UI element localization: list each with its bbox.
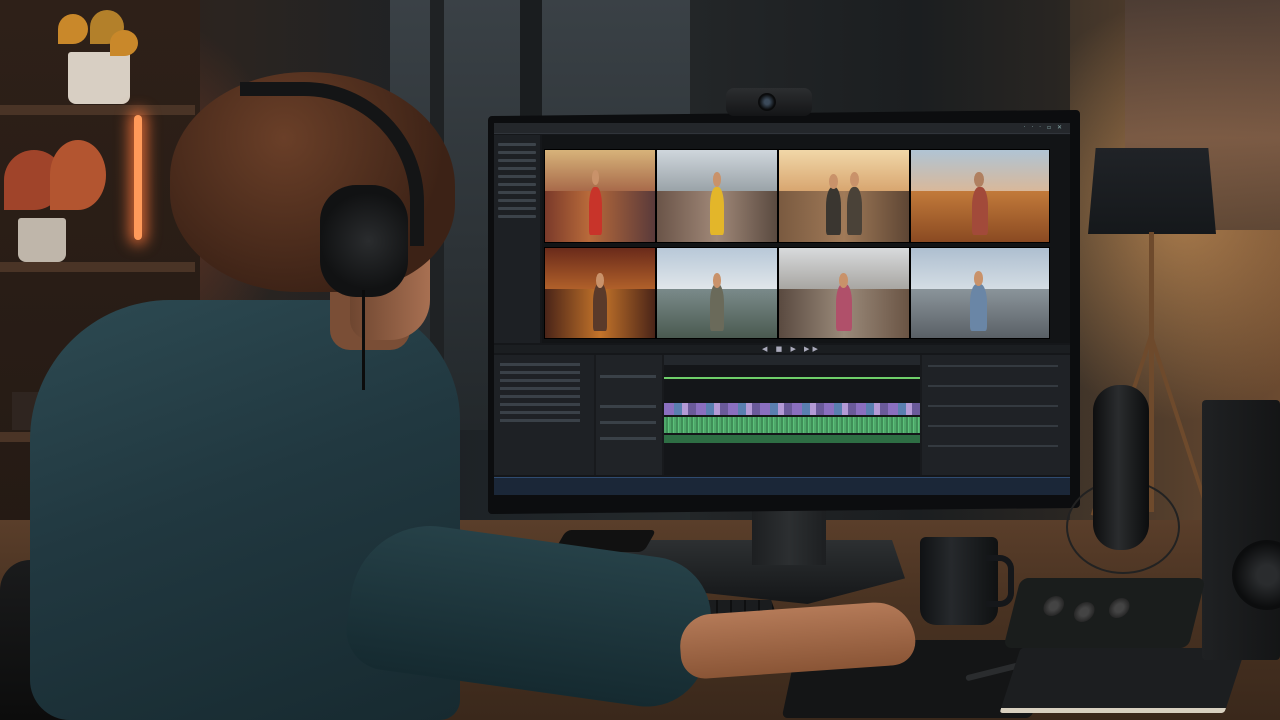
media-item bbox=[498, 167, 536, 170]
microphone bbox=[1093, 385, 1149, 550]
plant-pot bbox=[18, 218, 66, 262]
transport-controls: ◀ ■ ▶ ▶▶ bbox=[494, 345, 1070, 353]
bin-item[interactable] bbox=[500, 419, 580, 422]
inspector-row bbox=[928, 445, 1058, 447]
bin-item[interactable] bbox=[500, 363, 580, 366]
track-headers bbox=[596, 355, 662, 475]
clip-thumbnail[interactable] bbox=[778, 247, 910, 339]
plant-pot bbox=[68, 52, 130, 104]
audio-track-waveform[interactable] bbox=[664, 417, 920, 433]
media-item bbox=[498, 215, 536, 218]
clip-thumbnail[interactable] bbox=[778, 149, 910, 243]
headphones-icon bbox=[320, 185, 408, 297]
audio-interface bbox=[1003, 578, 1206, 648]
inspector-row bbox=[928, 385, 1058, 387]
neon-light bbox=[134, 115, 142, 240]
clip-thumbnail[interactable] bbox=[656, 247, 778, 339]
track-header-row[interactable] bbox=[600, 421, 656, 424]
media-item bbox=[498, 183, 536, 186]
clip-thumbnail[interactable] bbox=[544, 149, 656, 243]
media-item bbox=[498, 159, 536, 162]
status-bar bbox=[494, 477, 1070, 495]
floor-lamp-shade bbox=[1088, 148, 1216, 234]
audio-knob bbox=[1041, 596, 1067, 616]
bin-item[interactable] bbox=[500, 379, 580, 382]
inspector-row bbox=[928, 425, 1058, 427]
video-track-clips[interactable] bbox=[664, 403, 920, 415]
track-header-row[interactable] bbox=[600, 437, 656, 440]
clip-thumbnail[interactable] bbox=[910, 247, 1050, 339]
floor-lamp-pole bbox=[1149, 232, 1154, 512]
inspector-panel bbox=[922, 355, 1070, 475]
media-item bbox=[498, 143, 536, 146]
media-item bbox=[498, 175, 536, 178]
webcam-lens bbox=[758, 93, 776, 111]
media-item bbox=[498, 151, 536, 154]
audio-knob bbox=[1071, 602, 1097, 622]
media-pool-panel bbox=[494, 135, 540, 343]
inspector-row bbox=[928, 405, 1058, 407]
bin-item[interactable] bbox=[500, 371, 580, 374]
clip-thumbnail[interactable] bbox=[544, 247, 656, 339]
timeline-panel bbox=[494, 355, 1070, 475]
playback-buttons[interactable]: ◀ ■ ▶ ▶▶ bbox=[762, 345, 821, 353]
track-header-row[interactable] bbox=[600, 375, 656, 378]
audio-knob bbox=[1106, 598, 1132, 618]
media-item bbox=[498, 199, 536, 202]
clip-thumbnail[interactable] bbox=[910, 149, 1050, 243]
shelf-board bbox=[0, 262, 195, 272]
media-item bbox=[498, 191, 536, 194]
timeline-ruler[interactable] bbox=[664, 355, 920, 365]
audio-track-2[interactable] bbox=[664, 435, 920, 443]
window-controls: · · · ▫ ✕ bbox=[1023, 124, 1064, 131]
bin-item[interactable] bbox=[500, 387, 580, 390]
plant-leaf bbox=[110, 30, 138, 56]
headphone-cable bbox=[362, 290, 365, 390]
media-item bbox=[498, 207, 536, 210]
studio-speaker bbox=[1202, 400, 1280, 660]
menu-bar: · · · ▫ ✕ bbox=[494, 123, 1070, 134]
timeline-tracks[interactable] bbox=[664, 355, 920, 475]
bin-list bbox=[494, 355, 594, 475]
bin-item[interactable] bbox=[500, 395, 580, 398]
plant-leaf bbox=[50, 140, 106, 210]
editor-screen: · · · ▫ ✕ ◀ ■ ▶ ▶▶ bbox=[494, 123, 1070, 495]
timeline-marker-line bbox=[664, 377, 920, 379]
shelf-board bbox=[0, 105, 195, 115]
plant-leaf bbox=[58, 14, 88, 44]
inspector-row bbox=[928, 365, 1058, 367]
mug-handle bbox=[986, 555, 1014, 607]
track-header-row[interactable] bbox=[600, 405, 656, 408]
clip-thumbnail[interactable] bbox=[656, 149, 778, 243]
clip-grid-viewer bbox=[542, 135, 1070, 343]
bin-item[interactable] bbox=[500, 403, 580, 406]
bin-item[interactable] bbox=[500, 411, 580, 414]
